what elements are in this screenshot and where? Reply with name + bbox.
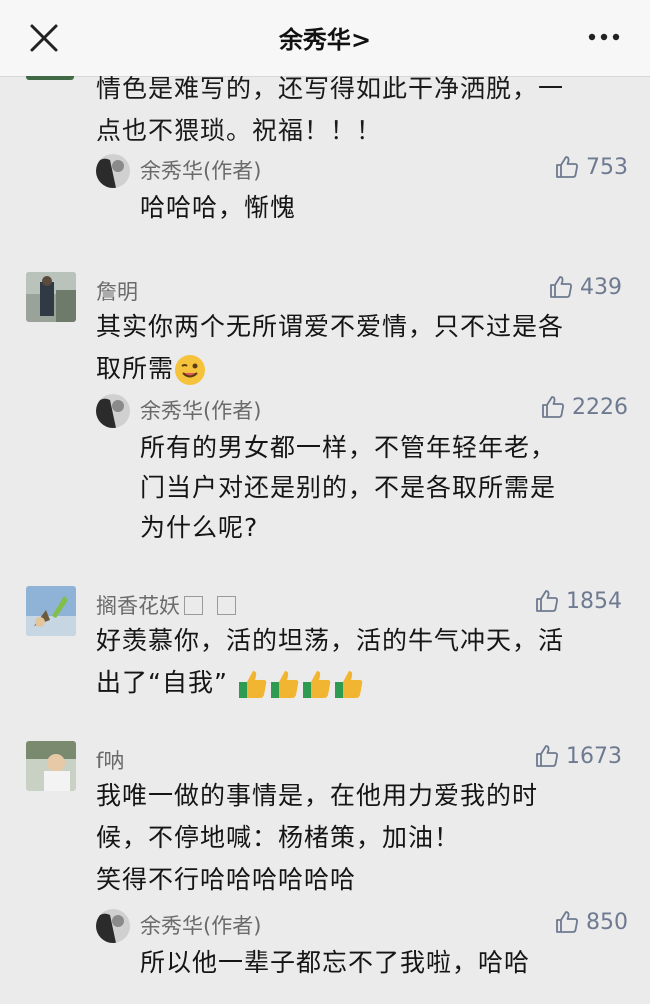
like-count: 439 <box>580 274 622 300</box>
avatar[interactable] <box>26 741 76 791</box>
thumbs-up-emoji-group <box>228 668 365 698</box>
author-reply: 余秀华(作者) 850 所以他一辈子都忘不了我啦，哈哈 <box>96 907 628 997</box>
like-count: 850 <box>586 909 628 935</box>
profile-title-link[interactable]: 余秀华> <box>279 26 371 54</box>
comment-line: 出了“自我” <box>96 662 626 704</box>
comment-list[interactable]: 情色是难写的，还写得如此干净洒脱，一 点也不猥琐。祝福！！！ 余秀华(作者) 7… <box>0 76 650 1004</box>
like-count: 1673 <box>566 743 622 769</box>
avatar[interactable] <box>26 586 76 636</box>
reply-author-name[interactable]: 余秀华(作者) <box>140 155 261 185</box>
square-icon <box>184 596 203 615</box>
reply-author-name[interactable]: 余秀华(作者) <box>140 395 261 425</box>
thumbs-up-emoji-icon <box>238 671 267 698</box>
like-button[interactable]: 1854 <box>534 588 622 614</box>
reply-line: 门当户对还是别的，不是各取所需是 <box>140 473 557 502</box>
nav-bar: 余秀华> <box>0 0 650 77</box>
like-count: 1854 <box>566 588 622 614</box>
comment-item: f呐 1673 我唯一做的事情是，在他用力爱我的时 候，不停地喊：杨楮策，加油！… <box>0 741 650 1004</box>
winking-face-emoji-icon <box>175 355 206 385</box>
thumbs-up-icon <box>556 156 578 178</box>
thumbs-up-icon <box>542 396 564 418</box>
avatar[interactable] <box>26 76 74 80</box>
comment-item: 詹明 439 其实你两个无所谓爱不爱情，只不过是各 取所需 余秀华(作者) 22… <box>0 272 650 542</box>
comment-line: 候，不停地喊：杨楮策，加油！ <box>96 823 461 852</box>
reply-text: 哈哈哈，惭愧 <box>140 188 610 228</box>
commenter-name[interactable]: 搁香花妖 <box>96 590 236 620</box>
like-button[interactable]: 439 <box>548 274 622 300</box>
comment-line: 笑得不行哈哈哈哈哈哈 <box>96 865 357 894</box>
page-title: 余秀华> <box>0 20 650 55</box>
comment-line: 情色是难写的，还写得如此干净洒脱，一 <box>96 76 565 103</box>
comment-line: 好羡慕你，活的坦荡，活的牛气冲天，活 <box>96 626 565 655</box>
like-count: 753 <box>586 154 628 180</box>
reply-line: 为什么呢? <box>140 513 259 542</box>
thumbs-up-icon <box>536 745 558 767</box>
title-text: 余秀华 <box>278 26 351 54</box>
avatar[interactable] <box>96 154 130 188</box>
avatar[interactable] <box>96 394 130 428</box>
like-count: 2226 <box>572 394 628 420</box>
reply-text: 所有的男女都一样，不管年轻年老， 门当户对还是别的，不是各取所需是 为什么呢? <box>140 428 610 548</box>
comment-text: 我唯一做的事情是，在他用力爱我的时 候，不停地喊：杨楮策，加油！ 笑得不行哈哈哈… <box>96 775 626 901</box>
comment-line: 取所需 <box>96 348 626 390</box>
comment-line: 我唯一做的事情是，在他用力爱我的时 <box>96 781 539 810</box>
reply-line: 哈哈哈，惭愧 <box>140 193 297 222</box>
author-reply: 余秀华(作者) 753 哈哈哈，惭愧 <box>96 152 628 222</box>
like-button[interactable]: 1673 <box>534 743 622 769</box>
comment-item: 搁香花妖 1854 好羡慕你，活的坦荡，活的牛气冲天，活 出了“自我” <box>0 586 650 706</box>
reply-line: 所以他一辈子都忘不了我啦，哈哈 <box>140 948 531 977</box>
avatar[interactable] <box>26 272 76 322</box>
like-button[interactable]: 753 <box>554 154 628 180</box>
comment-text: 好羡慕你，活的坦荡，活的牛气冲天，活 出了“自我” <box>96 620 626 704</box>
thumbs-up-emoji-icon <box>302 671 331 698</box>
thumbs-up-icon <box>550 276 572 298</box>
square-icon <box>217 596 236 615</box>
chevron-right-icon: > <box>350 26 372 54</box>
commenter-name[interactable]: f呐 <box>96 745 124 775</box>
reply-author-name[interactable]: 余秀华(作者) <box>140 910 261 940</box>
comment-text: 情色是难写的，还写得如此干净洒脱，一 点也不猥琐。祝福！！！ <box>96 76 626 152</box>
thumbs-up-icon <box>536 590 558 612</box>
comment-line: 其实你两个无所谓爱不爱情，只不过是各 <box>96 312 565 341</box>
avatar[interactable] <box>96 909 130 943</box>
like-button[interactable]: 850 <box>554 909 628 935</box>
commenter-name[interactable]: 詹明 <box>96 276 138 306</box>
like-button[interactable]: 2226 <box>540 394 628 420</box>
author-reply: 余秀华(作者) 2226 所有的男女都一样，不管年轻年老， 门当户对还是别的，不… <box>96 392 628 542</box>
comment-line: 点也不猥琐。祝福！！！ <box>96 116 383 145</box>
thumbs-up-emoji-icon <box>334 671 363 698</box>
comment-text: 其实你两个无所谓爱不爱情，只不过是各 取所需 <box>96 306 626 390</box>
reply-text: 所以他一辈子都忘不了我啦，哈哈 <box>140 943 610 983</box>
thumbs-up-icon <box>556 911 578 933</box>
thumbs-up-emoji-icon <box>270 671 299 698</box>
more-icon[interactable] <box>584 22 624 52</box>
reply-line: 所有的男女都一样，不管年轻年老， <box>140 433 557 462</box>
